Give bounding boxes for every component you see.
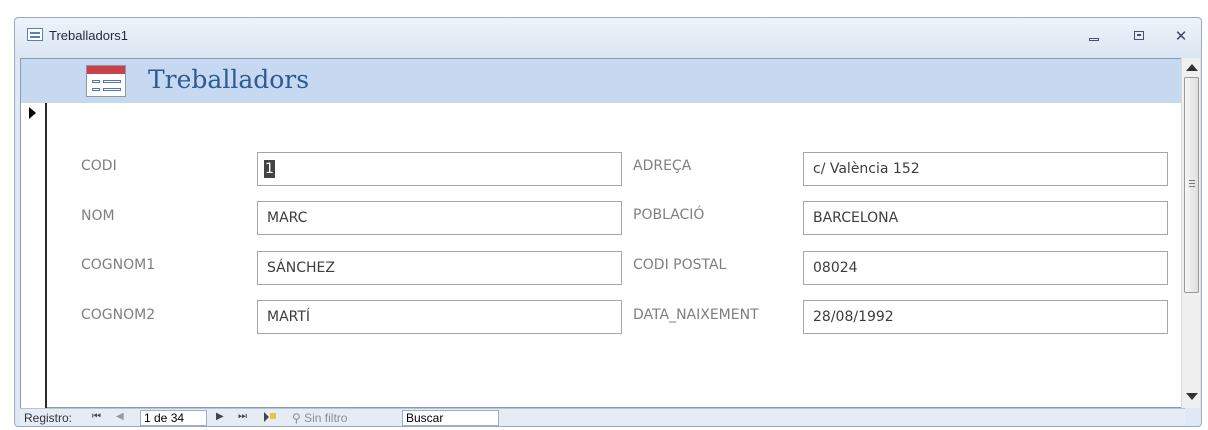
search-input[interactable]: Buscar	[402, 410, 499, 426]
next-record-icon[interactable]: ▶	[216, 411, 224, 422]
minimize-icon	[1089, 38, 1099, 41]
current-record-field[interactable]: 1 de 34	[140, 410, 207, 426]
scroll-down-icon[interactable]	[1186, 393, 1198, 400]
maximize-icon	[1134, 31, 1144, 40]
codi-field[interactable]: 1	[257, 152, 622, 186]
window-title: Treballadors1	[49, 28, 129, 43]
adreca-label: ADREÇA	[633, 158, 692, 174]
record-label: Registro:	[24, 411, 73, 425]
data-naixement-field[interactable]: 28/08/1992	[803, 300, 1168, 334]
cognom1-label: COGNOM1	[81, 257, 156, 273]
maximize-button[interactable]	[1127, 26, 1151, 46]
record-navigation-bar: Registro: ⏮ ◀ 1 de 34 ▶ ⏭ ⚲ Sin filtro B…	[20, 408, 1185, 426]
previous-record-icon[interactable]: ◀	[116, 411, 124, 422]
new-record-icon[interactable]	[264, 412, 276, 423]
last-record-icon[interactable]: ⏭	[238, 411, 247, 422]
first-record-icon[interactable]: ⏮	[92, 411, 101, 422]
minimize-button[interactable]	[1082, 26, 1106, 46]
scroll-up-icon[interactable]	[1186, 64, 1198, 71]
form-body: Treballadors CODI 1 NOM MARC COGNOM1 SÁN…	[20, 58, 1185, 409]
codi-label: CODI	[81, 158, 117, 174]
poblacio-label: POBLACIÓ	[633, 207, 705, 223]
cognom1-field[interactable]: SÁNCHEZ	[257, 251, 622, 285]
filter-icon: ⚲	[292, 411, 305, 425]
filter-label: Sin filtro	[304, 411, 348, 425]
nom-field[interactable]: MARC	[257, 201, 622, 235]
codi-postal-field[interactable]: 08024	[803, 251, 1168, 285]
filter-status[interactable]: ⚲ Sin filtro	[292, 411, 347, 425]
cognom2-label: COGNOM2	[81, 307, 156, 323]
record-selector[interactable]	[21, 103, 47, 409]
data-naixement-label: DATA_NAIXEMENT	[633, 307, 759, 323]
adreca-field[interactable]: c/ València 152	[803, 152, 1168, 186]
nom-label: NOM	[81, 208, 115, 224]
poblacio-field[interactable]: BARCELONA	[803, 201, 1168, 235]
codi-postal-label: CODI POSTAL	[633, 257, 727, 273]
close-button[interactable]: ✕	[1169, 26, 1193, 46]
form-header: Treballadors	[21, 59, 1184, 103]
grip-icon	[1189, 180, 1195, 187]
current-record-icon	[29, 107, 36, 119]
scroll-thumb[interactable]	[1184, 77, 1199, 293]
codi-value: 1	[264, 160, 275, 178]
vertical-scrollbar[interactable]	[1181, 58, 1200, 408]
form-header-icon	[86, 65, 126, 97]
cognom2-field[interactable]: MARTÍ	[257, 300, 622, 334]
close-icon: ✕	[1174, 27, 1188, 45]
form-icon	[27, 28, 43, 41]
form-title: Treballadors	[148, 65, 310, 94]
form-window: Treballadors1 ✕ Treballadors CODI 1 NOM …	[14, 17, 1202, 427]
title-bar: Treballadors1 ✕	[15, 18, 1201, 58]
